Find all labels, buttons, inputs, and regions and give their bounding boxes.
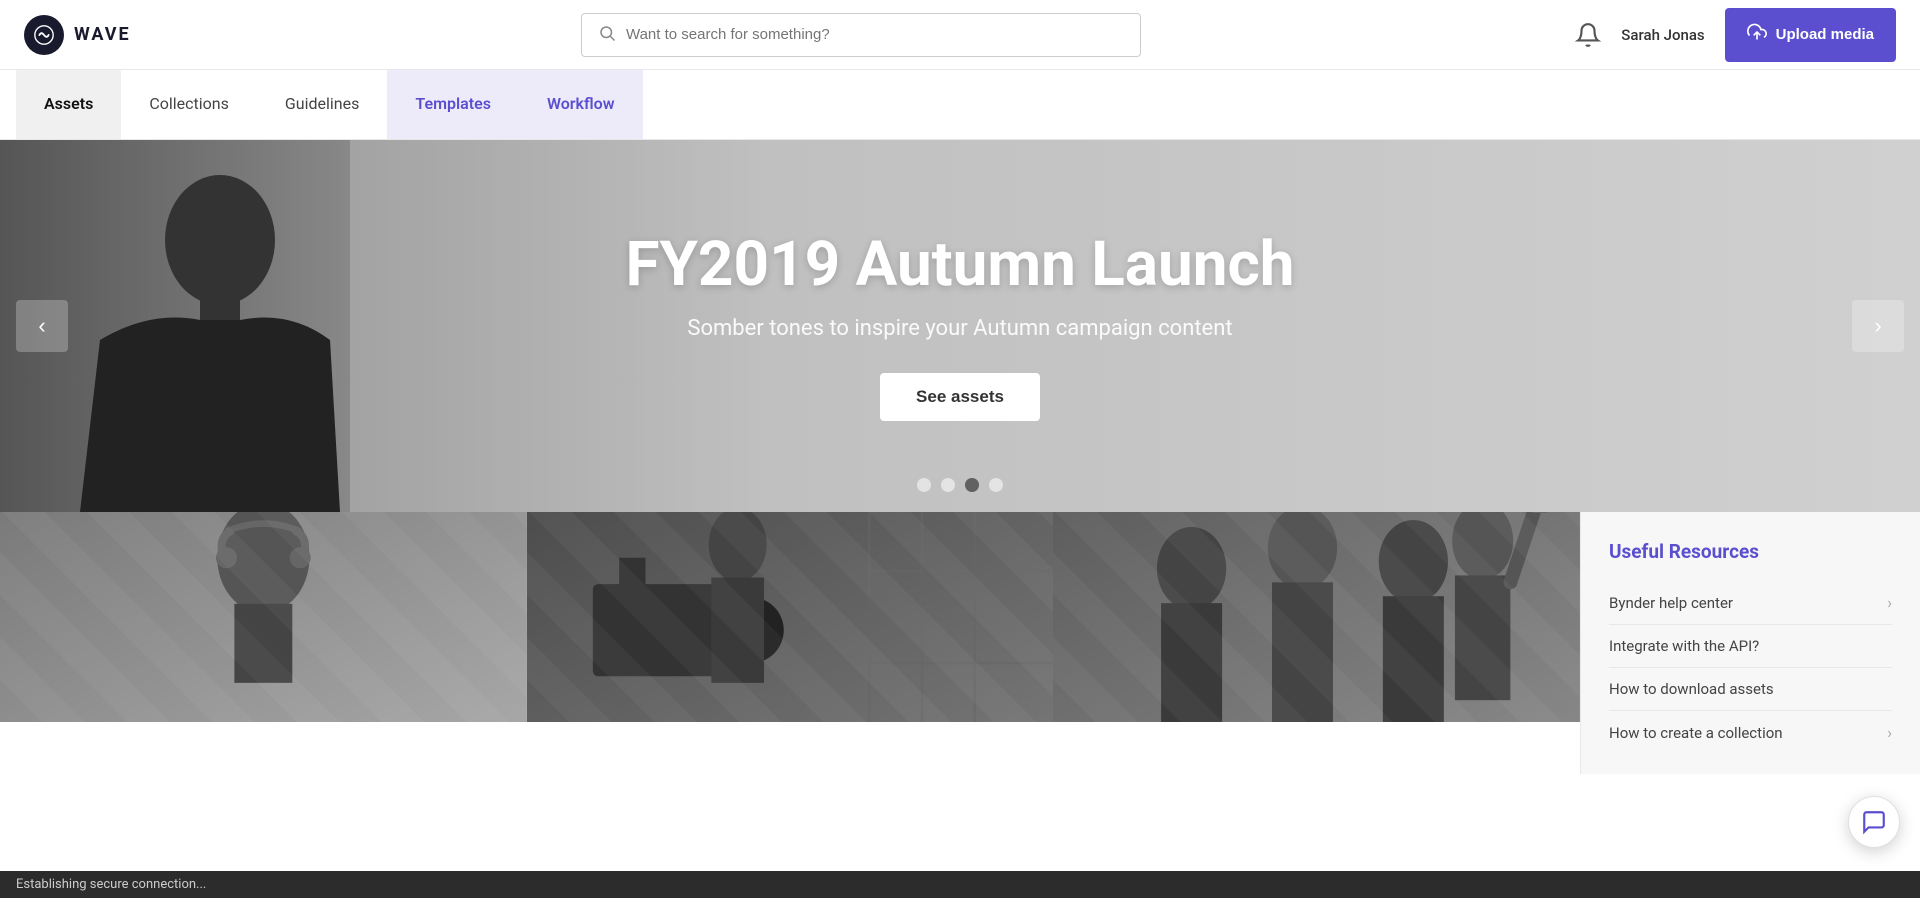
thumbnail-2[interactable] [527,512,1054,722]
resources-panel: Useful Resources Bynder help center › In… [1580,512,1920,774]
resource-link-api: Integrate with the API? [1609,637,1759,655]
upload-media-label: Upload media [1776,26,1874,43]
nav-item-assets[interactable]: Assets [16,70,121,139]
resource-arrow-collection: › [1887,723,1892,742]
chat-widget[interactable] [1848,796,1900,848]
nav-item-guidelines[interactable]: Guidelines [257,70,387,139]
resource-link-collection: How to create a collection [1609,724,1783,742]
logo[interactable]: WAVE [24,15,131,55]
thumbnail-1[interactable] [0,512,527,722]
hero-cta-button[interactable]: See assets [880,373,1040,421]
hero-prev-button[interactable]: ‹ [16,300,68,352]
upload-media-button[interactable]: Upload media [1725,8,1896,62]
logo-icon [24,15,64,55]
hero-content: FY2019 Autumn Launch Somber tones to ins… [626,231,1295,420]
resource-item-download[interactable]: How to download assets [1609,668,1892,711]
resources-title: Useful Resources [1609,540,1892,563]
hero-dots [917,478,1003,492]
thumbnail-3[interactable] [1053,512,1580,722]
hero-carousel: FY2019 Autumn Launch Somber tones to ins… [0,140,1920,512]
logo-text: WAVE [74,24,131,45]
search-wrapper [147,13,1576,57]
search-bar [581,13,1141,57]
resource-item-api[interactable]: Integrate with the API? [1609,625,1892,668]
nav-item-collections[interactable]: Collections [121,70,257,139]
status-bar: Establishing secure connection... [0,871,1920,898]
upload-cloud-icon [1747,22,1767,47]
resource-arrow-help: › [1887,593,1892,612]
resource-item-help[interactable]: Bynder help center › [1609,581,1892,625]
hero-title: FY2019 Autumn Launch [626,231,1295,299]
nav-bar: Assets Collections Guidelines Templates … [0,70,1920,140]
resource-item-collection[interactable]: How to create a collection › [1609,711,1892,754]
thumbnails-grid [0,512,1580,774]
header: WAVE Sarah Jonas [0,0,1920,70]
nav-item-templates[interactable]: Templates [387,70,519,139]
carousel-dot-2[interactable] [941,478,955,492]
carousel-dot-3[interactable] [965,478,979,492]
resource-link-download: How to download assets [1609,680,1774,698]
hero-next-button[interactable]: › [1852,300,1904,352]
carousel-dot-4[interactable] [989,478,1003,492]
search-input[interactable] [626,26,1124,43]
carousel-dot-1[interactable] [917,478,931,492]
status-text: Establishing secure connection... [16,877,206,892]
content-area: Useful Resources Bynder help center › In… [0,512,1920,774]
user-name[interactable]: Sarah Jonas [1621,26,1704,44]
resource-link-help: Bynder help center [1609,594,1733,612]
header-right: Sarah Jonas Upload media [1575,8,1896,62]
nav-item-workflow[interactable]: Workflow [519,70,643,139]
search-icon [598,24,616,46]
notification-bell-icon[interactable] [1575,22,1601,48]
hero-subtitle: Somber tones to inspire your Autumn camp… [626,316,1295,341]
